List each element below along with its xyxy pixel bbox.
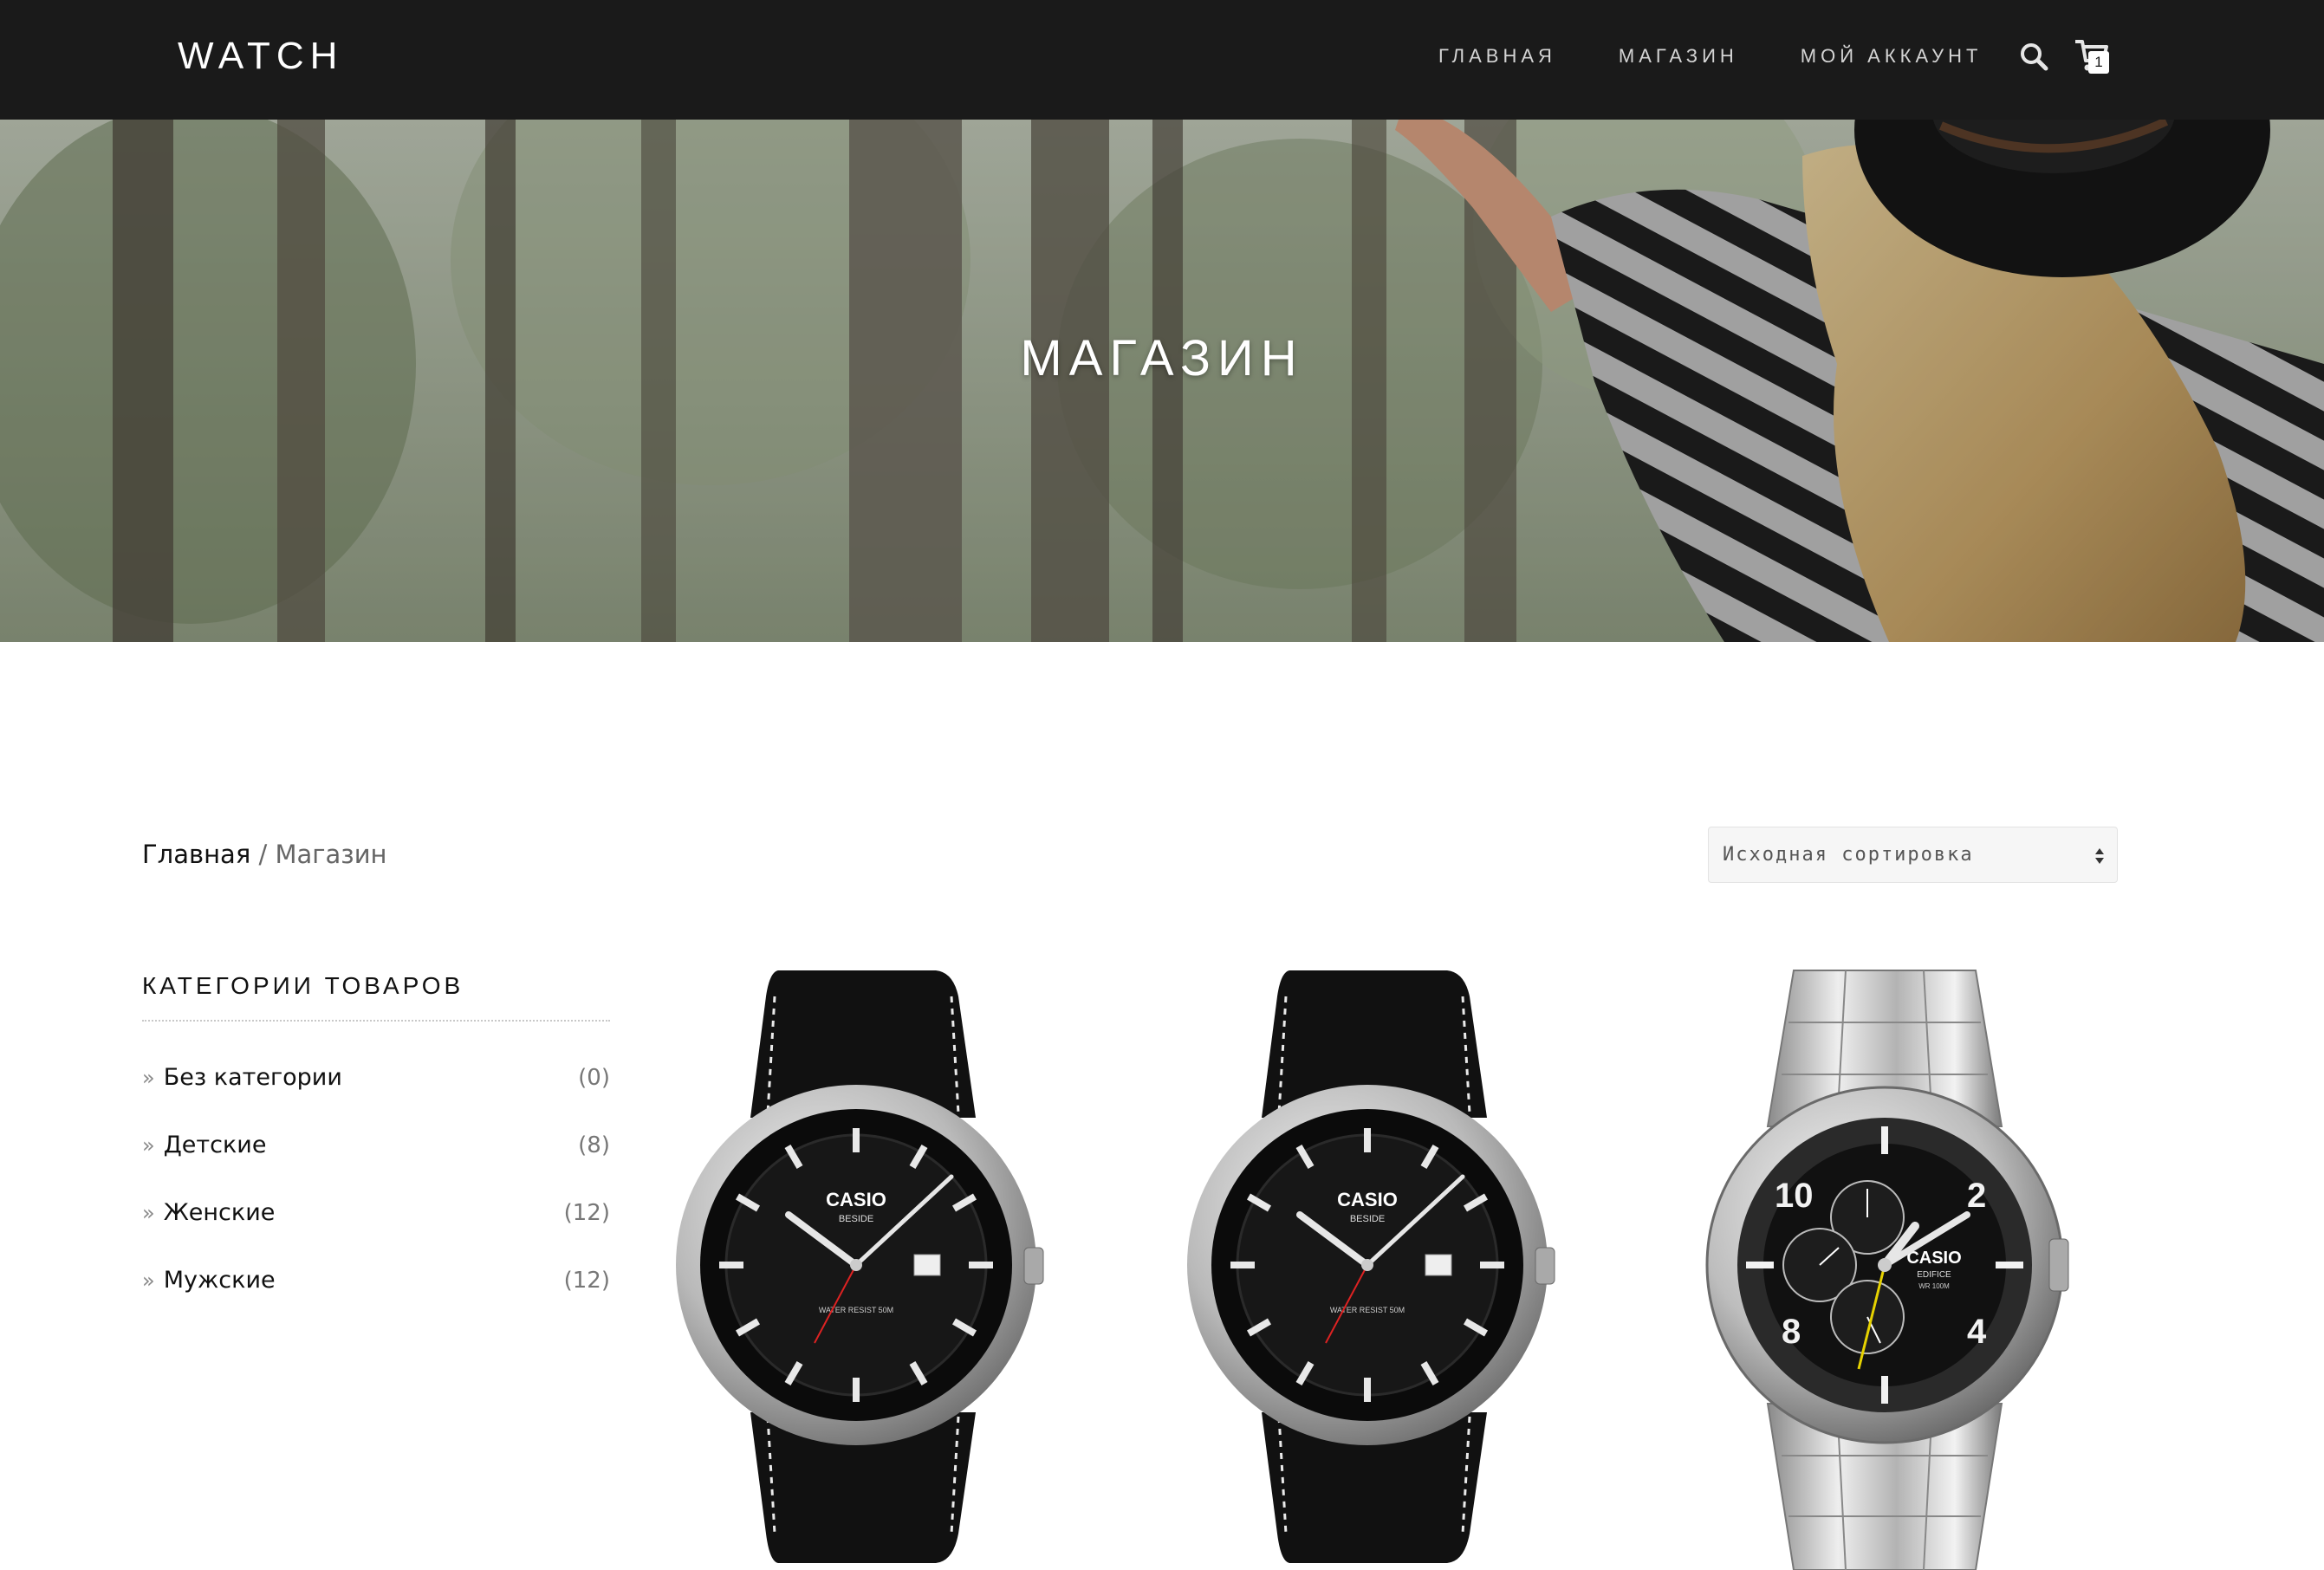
- product-image-casio-edifice-watch[interactable]: 10 2 8 4 CASIO EDIFICE WR 100M: [1698, 962, 2071, 1570]
- svg-text:8: 8: [1782, 1313, 1801, 1351]
- chevron-right-icon: »: [142, 1066, 155, 1090]
- watch-model: BESIDE: [839, 1214, 873, 1224]
- watch-model: BESIDE: [1350, 1214, 1385, 1224]
- select-arrows-icon: [2095, 848, 2104, 864]
- nav-item-shop[interactable]: МАГАЗИН: [1619, 45, 1738, 68]
- product-card[interactable]: CASIO BESIDE WATER RESIST 50M: [676, 962, 1048, 1570]
- category-count: (12): [563, 1268, 610, 1294]
- breadcrumb-home-link[interactable]: Главная: [142, 840, 250, 869]
- hero-title: МАГАЗИН: [1020, 330, 1304, 386]
- category-name[interactable]: Мужские: [164, 1265, 276, 1296]
- watch-brand: CASIO: [1906, 1249, 1961, 1268]
- breadcrumb-current: Магазин: [275, 840, 387, 869]
- search-icon[interactable]: [2019, 42, 2048, 71]
- watch-detail: WR 100M: [1918, 1282, 1950, 1290]
- chevron-right-icon: »: [142, 1133, 155, 1158]
- category-item[interactable]: » Мужские (12): [142, 1265, 610, 1333]
- watch-brand: CASIO: [826, 1189, 886, 1210]
- category-name[interactable]: Детские: [164, 1130, 267, 1161]
- breadcrumb-separator: /: [250, 840, 276, 869]
- category-list: » Без категории (0) » Детские (8) » Женс…: [142, 1062, 610, 1333]
- chevron-right-icon: »: [142, 1201, 155, 1225]
- category-name[interactable]: Женские: [164, 1197, 276, 1229]
- category-count: (12): [563, 1200, 610, 1226]
- product-image-casio-beside-watch[interactable]: CASIO BESIDE WATER RESIST 50M: [676, 962, 1048, 1570]
- watch-brand: CASIO: [1337, 1189, 1398, 1210]
- nav-item-account[interactable]: МОЙ АККАУНТ: [1801, 45, 1983, 68]
- category-count: (0): [578, 1065, 610, 1091]
- category-name[interactable]: Без категории: [164, 1062, 342, 1093]
- sort-selected-value: Исходная сортировка: [1723, 844, 1974, 866]
- category-item[interactable]: » Детские (8): [142, 1130, 610, 1197]
- widget-divider: [142, 1020, 610, 1022]
- product-image-casio-beside-watch[interactable]: CASIO BESIDE WATER RESIST 50M: [1187, 962, 1560, 1570]
- main-nav: ГЛАВНАЯ МАГАЗИН МОЙ АККАУНТ: [1438, 45, 1982, 68]
- sort-dropdown[interactable]: Исходная сортировка: [1708, 827, 2118, 883]
- product-card[interactable]: CASIO BESIDE WATER RESIST 50M: [1187, 962, 1560, 1570]
- categories-widget-title: КАТЕГОРИИ ТОВАРОВ: [142, 972, 464, 999]
- svg-text:10: 10: [1775, 1177, 1814, 1215]
- site-logo[interactable]: WATCH: [178, 35, 343, 78]
- category-item[interactable]: » Без категории (0): [142, 1062, 610, 1130]
- breadcrumb: Главная / Магазин: [142, 840, 387, 869]
- watch-model: EDIFICE: [1917, 1270, 1951, 1280]
- product-card[interactable]: 10 2 8 4 CASIO EDIFICE WR 100M: [1698, 962, 2071, 1570]
- category-item[interactable]: » Женские (12): [142, 1197, 610, 1265]
- chevron-right-icon: »: [142, 1268, 155, 1293]
- svg-text:2: 2: [1967, 1177, 1986, 1215]
- svg-text:4: 4: [1967, 1313, 1987, 1351]
- category-count: (8): [578, 1132, 610, 1158]
- top-navigation-bar: WATCH ГЛАВНАЯ МАГАЗИН МОЙ АККАУНТ 1: [0, 0, 2324, 120]
- cart-count-badge: 1: [2088, 51, 2109, 74]
- nav-item-home[interactable]: ГЛАВНАЯ: [1438, 45, 1556, 68]
